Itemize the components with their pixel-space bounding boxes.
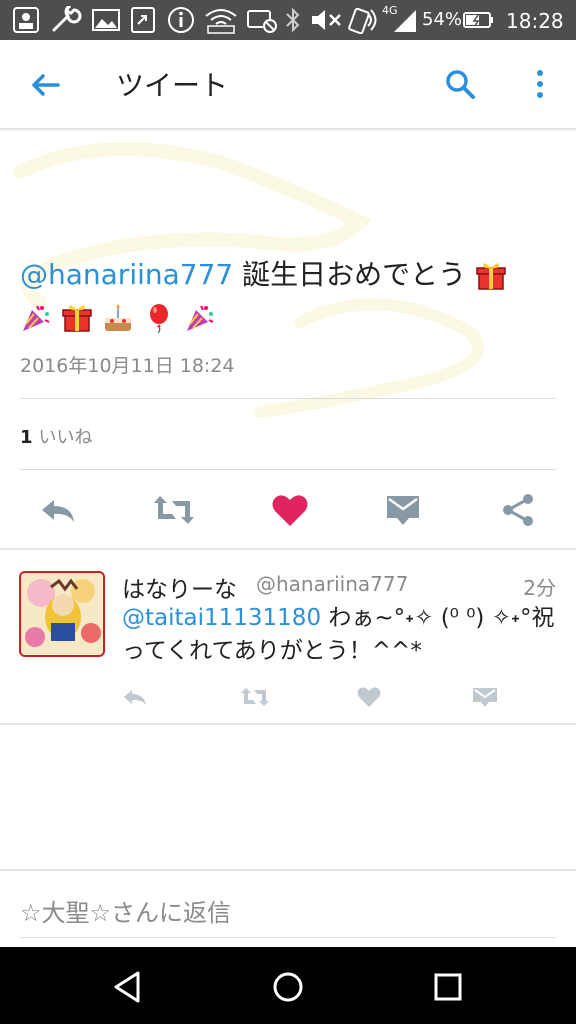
tweet-text: @hanariina777 誕生日おめでとう: [20, 254, 560, 338]
tweet-text-body: 誕生日おめでとう: [233, 258, 467, 291]
message-icon[interactable]: [385, 492, 421, 528]
tweet-timestamp: 2016年10月11日 18:24: [20, 355, 235, 377]
gift-icon: [62, 305, 92, 332]
battery-icon: [463, 12, 493, 28]
balloon-icon: [149, 304, 168, 334]
share-icon[interactable]: [500, 492, 536, 528]
reply-time: 2分: [523, 576, 556, 600]
reply-text: @taitai11131180 わぁ~°˖✧ (⁰ ⁰) ✧˖°祝ってくれてあり…: [122, 602, 562, 668]
record-icon: [247, 10, 277, 33]
avatar[interactable]: [19, 571, 105, 657]
share-icon: [131, 7, 155, 33]
battery-percent: 54%: [422, 9, 463, 30]
sim-icon: [13, 7, 39, 33]
status-bar: 4G 54% 18:28: [0, 0, 576, 40]
gift-icon: [476, 263, 506, 290]
like-count-label: いいね: [38, 427, 93, 448]
like-count[interactable]: 1 いいね: [20, 423, 93, 449]
mute-icon: [312, 10, 341, 30]
gallery-icon: [92, 9, 120, 31]
app-bar: ツイート: [0, 40, 576, 130]
heart-icon[interactable]: [270, 492, 310, 528]
nfc-icon: [348, 7, 377, 34]
reply-display-name[interactable]: はなりーな: [122, 570, 237, 604]
retweet-icon[interactable]: [240, 686, 270, 708]
clock: 18:28: [506, 9, 564, 33]
search-icon[interactable]: [444, 68, 476, 100]
wifi-icon: [205, 9, 237, 34]
system-nav-bar: [0, 947, 576, 1024]
reply-icon[interactable]: [38, 492, 78, 528]
cake-icon: [104, 304, 131, 331]
heart-icon[interactable]: [356, 686, 382, 708]
divider: [20, 469, 556, 470]
divider: [0, 869, 576, 871]
home-circle-icon[interactable]: [268, 967, 308, 1007]
wrench-icon: [52, 6, 82, 32]
message-icon[interactable]: [472, 686, 498, 708]
party-popper-icon: [23, 305, 50, 331]
divider: [20, 398, 556, 399]
signal-icon: [394, 10, 416, 32]
info-icon: [168, 7, 194, 33]
recents-square-icon[interactable]: [428, 967, 468, 1007]
back-arrow-icon[interactable]: [28, 68, 62, 102]
tweet-mention-link[interactable]: @hanariina777: [20, 258, 233, 291]
party-popper-icon: [186, 305, 214, 331]
reply-input[interactable]: ☆大聖☆さんに返信: [20, 893, 231, 928]
more-vert-icon[interactable]: [530, 68, 550, 100]
reply-handle[interactable]: @hanariina777: [256, 572, 408, 596]
reply-icon[interactable]: [122, 686, 148, 708]
reply-mention-link[interactable]: @taitai11131180: [122, 605, 321, 631]
bluetooth-icon: [286, 7, 300, 33]
reply-tweet[interactable]: はなりーな @hanariina777 2分 @taitai11131180 わ…: [0, 548, 576, 725]
back-triangle-icon[interactable]: [108, 967, 148, 1007]
page-title: ツイート: [116, 69, 229, 102]
like-count-number: 1: [20, 427, 33, 448]
reply-input-underline: [20, 937, 556, 938]
retweet-icon[interactable]: [152, 492, 196, 528]
